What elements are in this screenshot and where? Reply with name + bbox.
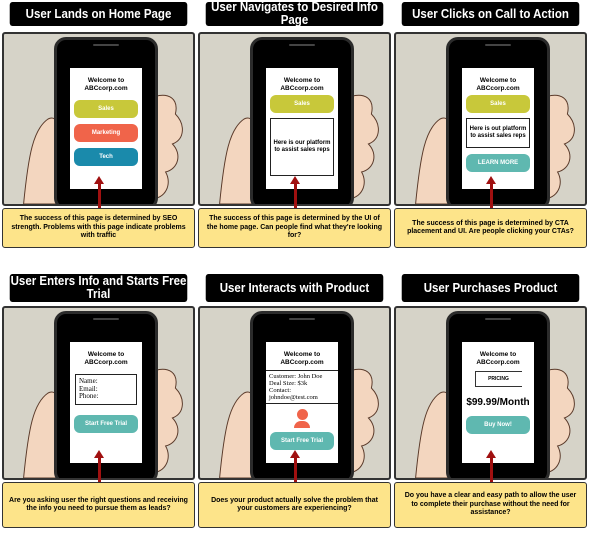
- welcome-text: Welcome to ABCcorp.com: [84, 77, 128, 92]
- panel-info-page: User Navigates to Desired Info Page Welc…: [198, 1, 391, 258]
- info-box: Here is out platform to assist sales rep…: [466, 118, 530, 148]
- phone: Welcome to ABCcorp.com Sales Here is our …: [250, 37, 354, 204]
- sales-button[interactable]: Sales: [74, 100, 138, 118]
- phone-screen: Welcome to ABCcorp.com PRICING $99.99/Mon…: [462, 342, 534, 463]
- contact-label: Contact:: [269, 387, 292, 394]
- contact-email: johndoe@test.com: [269, 394, 318, 401]
- buy-now-button[interactable]: Buy Now!: [466, 416, 530, 434]
- welcome-text: Welcome to ABCcorp.com: [476, 77, 520, 92]
- welcome-text: Welcome to ABCcorp.com: [280, 351, 324, 366]
- customer-info: Customer: John Doe Deal Size: $3k Contac…: [266, 370, 338, 404]
- panel-free-trial: User Enters Info and Starts Free Trial W…: [2, 274, 195, 532]
- sales-button[interactable]: Sales: [270, 95, 334, 113]
- welcome-text: Welcome to ABCcorp.com: [84, 351, 128, 366]
- panel-caption: Do you have a clear and easy path to all…: [394, 482, 587, 528]
- customer-name: Customer: John Doe: [269, 373, 323, 380]
- panel-call-to-action: User Clicks on Call to Action Welcome to…: [394, 2, 587, 258]
- welcome-text: Welcome to ABCcorp.com: [476, 351, 520, 366]
- price-label: $99.99/Month: [466, 397, 530, 408]
- phone-field[interactable]: Phone:: [79, 392, 133, 401]
- tech-button[interactable]: Tech: [74, 148, 138, 166]
- phone-speaker: [289, 44, 315, 46]
- person-icon: [294, 409, 310, 428]
- panel-title: User Purchases Product: [401, 274, 580, 302]
- pricing-tab[interactable]: PRICING: [474, 371, 522, 387]
- start-free-trial-button[interactable]: Start Free Trial: [74, 414, 138, 433]
- phone-screen: Welcome to ABCcorp.com Sales Here is our …: [266, 68, 338, 189]
- panel-title: User Enters Info and Starts Free Trial: [9, 274, 188, 302]
- panel-title: User Clicks on Call to Action: [401, 2, 580, 26]
- panel-purchases-product: User Purchases Product Welcome to ABCcorp…: [394, 274, 587, 532]
- panel-caption: The success of this page is determined b…: [394, 208, 587, 248]
- deal-size: Deal Size: $3k: [269, 380, 308, 387]
- panel-title: User Interacts with Product: [205, 274, 384, 302]
- panel-caption: Are you asking user the right questions …: [2, 482, 195, 528]
- phone-screen: Welcome to ABCcorp.com Sales Marketing Te…: [70, 68, 142, 189]
- phone-speaker: [93, 318, 119, 320]
- panel-caption: The success of this page is determined b…: [2, 208, 195, 248]
- phone: Welcome to ABCcorp.com Sales Marketing Te…: [54, 37, 158, 204]
- phone: Welcome to ABCcorp.com Name: Email: Phone…: [54, 311, 158, 478]
- panel-interacts-product: User Interacts with Product Welcome to AB…: [198, 274, 391, 532]
- panel-title: User Lands on Home Page: [9, 2, 188, 26]
- welcome-text: Welcome to ABCcorp.com: [280, 77, 324, 92]
- phone-speaker: [289, 318, 315, 320]
- learn-more-button[interactable]: LEARN MORE: [466, 154, 530, 172]
- signup-form: Name: Email: Phone:: [75, 374, 137, 405]
- phone-speaker: [93, 44, 119, 46]
- panel-caption: The success of this page is determined b…: [198, 208, 391, 248]
- sales-button[interactable]: Sales: [466, 95, 530, 113]
- phone-screen: Welcome to ABCcorp.com Name: Email: Phone…: [70, 342, 142, 463]
- phone-screen: Welcome to ABCcorp.com Customer: John Doe…: [266, 342, 338, 463]
- phone-speaker: [485, 44, 511, 46]
- phone: Welcome to ABCcorp.com PRICING $99.99/Mon…: [446, 311, 550, 478]
- panel-caption: Does your product actually solve the pro…: [198, 482, 391, 528]
- marketing-button[interactable]: Marketing: [74, 124, 138, 142]
- panel-title: User Navigates to Desired Info Page: [205, 1, 384, 27]
- phone-screen: Welcome to ABCcorp.com Sales Here is out …: [462, 68, 534, 189]
- start-free-trial-button[interactable]: Start Free Trial: [270, 432, 334, 450]
- panel-home-page: User Lands on Home Page Welcome to ABCcor…: [2, 2, 195, 258]
- phone: Welcome to ABCcorp.com Sales Here is out …: [446, 37, 550, 204]
- phone-speaker: [485, 318, 511, 320]
- phone: Welcome to ABCcorp.com Customer: John Doe…: [250, 311, 354, 478]
- info-box: Here is our platform to assist sales rep…: [270, 118, 334, 176]
